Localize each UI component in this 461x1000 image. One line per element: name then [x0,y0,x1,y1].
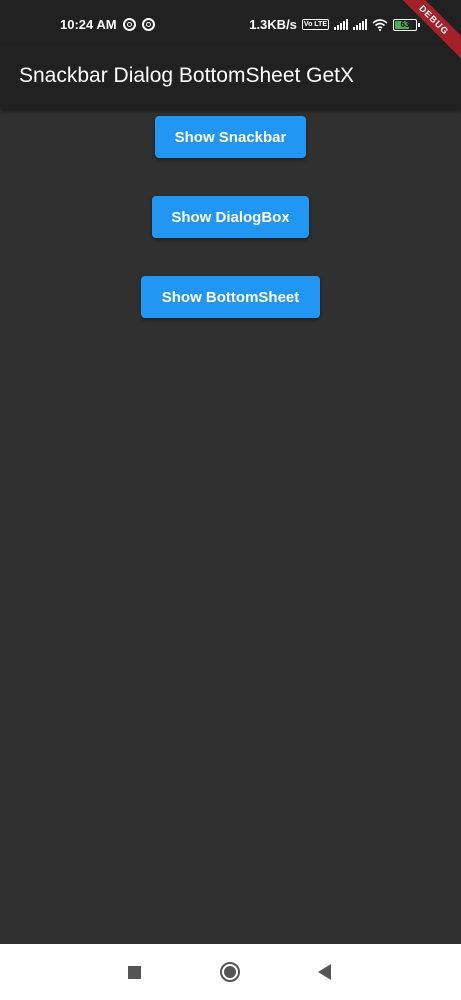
show-dialog-button[interactable]: Show DialogBox [152,196,309,238]
volte-icon: Vo LTE [301,19,329,30]
navigation-bar [0,944,461,1000]
recent-apps-button[interactable] [104,944,164,1000]
home-button[interactable] [200,944,260,1000]
home-icon [220,962,240,982]
battery-icon: 63 [393,18,420,31]
signal-icon [353,19,367,30]
app-bar-title: Snackbar Dialog BottomSheet GetX [19,64,355,87]
show-snackbar-button[interactable]: Show Snackbar [155,116,306,158]
status-time: 10:24 AM [60,17,117,32]
signal-icon [334,19,348,30]
show-bottomsheet-button[interactable]: Show BottomSheet [141,276,320,318]
app-bar: Snackbar Dialog BottomSheet GetX [0,44,461,109]
status-left: 10:24 AM [60,17,155,32]
back-icon [317,964,331,980]
wifi-icon [372,18,388,31]
back-button[interactable] [294,944,354,1000]
status-right: 1.3KB/s Vo LTE 63 [249,17,420,32]
network-speed: 1.3KB/s [249,17,297,32]
app-screen: 10:24 AM 1.3KB/s Vo LTE 63 DEBUG Snackba… [0,0,461,1000]
status-bar: 10:24 AM 1.3KB/s Vo LTE 63 [0,0,461,44]
sync-icon [122,18,136,31]
battery-level: 63 [400,19,410,29]
recent-apps-icon [127,965,141,979]
sync-icon [141,18,155,31]
